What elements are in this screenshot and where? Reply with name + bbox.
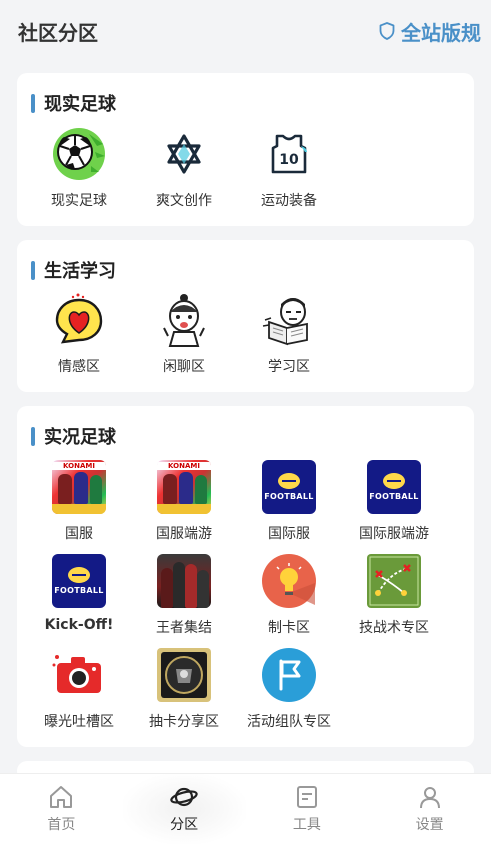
board-label: 国服 [65, 526, 93, 542]
nav-tab-tools[interactable]: 工具 [246, 774, 369, 844]
efootball-icon: FOOTBALL [51, 553, 107, 609]
nav-tab-sections[interactable]: 分区 [122, 774, 246, 844]
board-label: 运动装备 [261, 193, 317, 209]
soccer-ball-icon [51, 126, 107, 182]
heart-bubble-icon [51, 292, 107, 348]
card-pack-icon [156, 647, 212, 703]
nav-tab-label: 分区 [170, 817, 199, 833]
board-label: 国际服 [268, 526, 310, 542]
nav-tab-label: 首页 [47, 817, 76, 833]
flag-icon [261, 647, 317, 703]
nav-tab-label: 设置 [415, 817, 444, 833]
camera-icon [51, 647, 107, 703]
bottom-nav: 首页 分区 工具 设置 [0, 773, 491, 844]
board-card-making[interactable]: 制卡区 [229, 553, 349, 637]
board-tactics[interactable]: 技战术专区 [334, 553, 454, 637]
lightbulb-icon [261, 553, 317, 609]
konami-logo-text: KONAMI [157, 462, 211, 470]
board-label: 情感区 [58, 359, 100, 375]
jersey-number: 10 [279, 152, 299, 168]
nav-tab-label: 工具 [292, 817, 321, 833]
board-team-activities[interactable]: 活动组队专区 [229, 647, 349, 731]
board-label: 技战术专区 [359, 620, 429, 636]
konami-logo-text: KONAMI [52, 462, 106, 470]
board-label: 活动组队专区 [247, 714, 331, 730]
section-title: 生活学习 [44, 261, 116, 282]
board-label: 曝光吐槽区 [44, 714, 114, 730]
konami-anniversary-icon: KONAMI [156, 459, 212, 515]
section-title-bar [31, 93, 35, 113]
board-label: 抽卡分享区 [149, 714, 219, 730]
board-kick-off[interactable]: FOOTBALL Kick-Off! [19, 553, 139, 633]
board-label: 闲聊区 [163, 359, 205, 375]
cartoon-character-icon [156, 292, 212, 348]
board-sports-gear[interactable]: 10 运动装备 [229, 126, 349, 210]
board-label: 学习区 [268, 359, 310, 375]
reading-character-icon [261, 292, 317, 348]
board-label: 国服端游 [156, 526, 212, 542]
board-label: 王者集结 [156, 620, 212, 636]
board-label: 制卡区 [268, 620, 310, 636]
site-rules-label: 全站版规 [401, 20, 481, 45]
efootball-logo-text: FOOTBALL [54, 586, 104, 595]
board-intl-server[interactable]: FOOTBALL 国际服 [229, 459, 349, 543]
section-life-study: 生活学习 情感区 闲聊区 学习区 [17, 240, 474, 392]
jersey-10-icon: 10 [261, 126, 317, 182]
board-label: Kick-Off! [44, 617, 114, 633]
board-emotion[interactable]: 情感区 [19, 292, 139, 376]
top-header: 社区分区 全站版规 [0, 0, 491, 62]
efootball-icon: FOOTBALL [366, 459, 422, 515]
board-intl-server-pc[interactable]: FOOTBALL 国际服端游 [334, 459, 454, 543]
board-chat[interactable]: 闲聊区 [124, 292, 244, 376]
site-rules-link[interactable]: 全站版规 [379, 17, 481, 46]
board-label: 国际服端游 [359, 526, 429, 542]
user-icon [419, 787, 440, 809]
tactics-board-icon [366, 553, 422, 609]
star-of-david-icon [156, 126, 212, 182]
board-real-football[interactable]: 现实足球 [19, 126, 139, 210]
section-title-bar [31, 426, 35, 446]
players-photo-icon [156, 553, 212, 609]
board-fiction-writing[interactable]: 爽文创作 [124, 126, 244, 210]
shield-icon [379, 22, 395, 40]
section-efootball: 实况足球 KONAMI 国服 KONAMI 国服端游 FOOTBALL 国际服 … [17, 406, 474, 747]
efootball-icon: FOOTBALL [261, 459, 317, 515]
board-label: 现实足球 [51, 193, 107, 209]
efootball-logo-text: FOOTBALL [369, 492, 419, 501]
board-study[interactable]: 学习区 [229, 292, 349, 376]
efootball-logo-text: FOOTBALL [264, 492, 314, 501]
konami-anniversary-icon: KONAMI [51, 459, 107, 515]
board-cn-server-pc[interactable]: KONAMI 国服端游 [124, 459, 244, 543]
section-title: 实况足球 [44, 427, 116, 448]
section-title: 现实足球 [44, 94, 116, 115]
board-exposure[interactable]: 曝光吐槽区 [19, 647, 139, 731]
page-title: 社区分区 [18, 20, 98, 45]
board-king-gather[interactable]: 王者集结 [124, 553, 244, 637]
planet-icon [170, 787, 198, 807]
board-label: 爽文创作 [156, 193, 212, 209]
board-cn-server[interactable]: KONAMI 国服 [19, 459, 139, 543]
nav-tab-settings[interactable]: 设置 [368, 774, 491, 844]
section-title-bar [31, 260, 35, 280]
board-card-draw-share[interactable]: 抽卡分享区 [124, 647, 244, 731]
document-icon [296, 786, 317, 808]
home-icon [50, 786, 73, 808]
nav-tab-home[interactable]: 首页 [0, 774, 123, 844]
section-real-football: 现实足球 现实足球 爽文创作 10 运动装备 [17, 73, 474, 226]
